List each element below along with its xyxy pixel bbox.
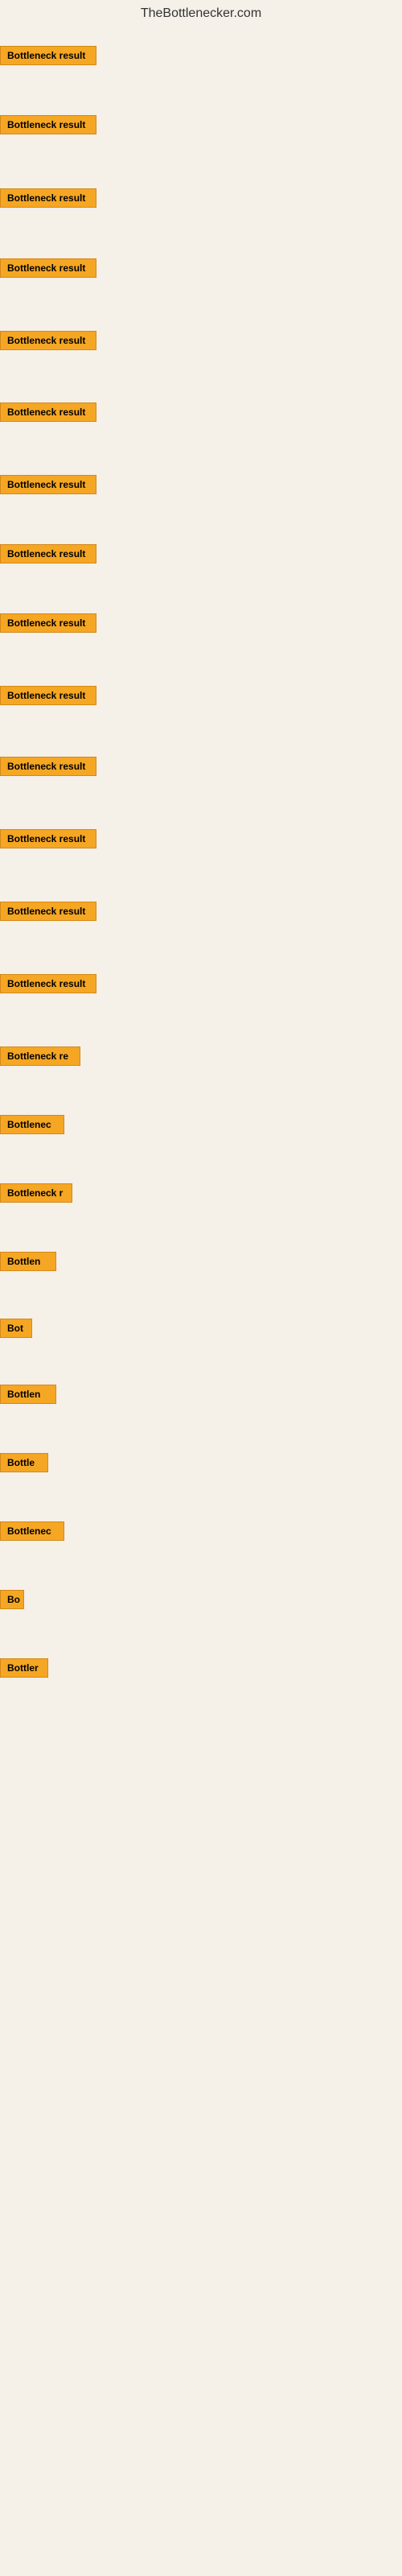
bottleneck-row-12: Bottleneck result (0, 829, 402, 852)
bottleneck-row-8: Bottleneck result (0, 544, 402, 568)
bottleneck-badge-7[interactable]: Bottleneck result (0, 475, 96, 494)
bottleneck-row-13: Bottleneck result (0, 902, 402, 925)
bottleneck-badge-15[interactable]: Bottleneck re (0, 1046, 80, 1066)
bottleneck-badge-2[interactable]: Bottleneck result (0, 115, 96, 134)
bottleneck-badge-4[interactable]: Bottleneck result (0, 258, 96, 278)
bottleneck-badge-6[interactable]: Bottleneck result (0, 402, 96, 422)
bottleneck-badge-14[interactable]: Bottleneck result (0, 974, 96, 993)
bottleneck-row-20: Bottlen (0, 1385, 402, 1408)
bottleneck-row-6: Bottleneck result (0, 402, 402, 426)
bottleneck-badge-17[interactable]: Bottleneck r (0, 1183, 72, 1203)
bottleneck-badge-23[interactable]: Bo (0, 1590, 24, 1609)
bottleneck-row-21: Bottle (0, 1453, 402, 1476)
bottleneck-badge-20[interactable]: Bottlen (0, 1385, 56, 1404)
bottleneck-row-14: Bottleneck result (0, 974, 402, 997)
bottleneck-badge-24[interactable]: Bottler (0, 1658, 48, 1678)
bottleneck-row-23: Bo (0, 1590, 402, 1613)
bottleneck-badge-5[interactable]: Bottleneck result (0, 331, 96, 350)
bottleneck-badge-11[interactable]: Bottleneck result (0, 757, 96, 776)
bottleneck-badge-13[interactable]: Bottleneck result (0, 902, 96, 921)
bottleneck-badge-16[interactable]: Bottlenec (0, 1115, 64, 1134)
bottleneck-row-10: Bottleneck result (0, 686, 402, 709)
bottleneck-row-7: Bottleneck result (0, 475, 402, 498)
bottleneck-row-16: Bottlenec (0, 1115, 402, 1138)
bottleneck-badge-3[interactable]: Bottleneck result (0, 188, 96, 208)
bottleneck-badge-18[interactable]: Bottlen (0, 1252, 56, 1271)
bottleneck-row-1: Bottleneck result (0, 46, 402, 69)
site-title: TheBottlenecker.com (0, 0, 402, 24)
bottleneck-row-17: Bottleneck r (0, 1183, 402, 1207)
bottleneck-badge-22[interactable]: Bottlenec (0, 1521, 64, 1541)
bottleneck-row-3: Bottleneck result (0, 188, 402, 212)
bottleneck-row-15: Bottleneck re (0, 1046, 402, 1070)
bottleneck-badge-19[interactable]: Bot (0, 1319, 32, 1338)
bottleneck-row-2: Bottleneck result (0, 115, 402, 138)
bottleneck-badge-12[interactable]: Bottleneck result (0, 829, 96, 848)
bottleneck-badge-8[interactable]: Bottleneck result (0, 544, 96, 564)
bottleneck-row-24: Bottler (0, 1658, 402, 1682)
bottleneck-badge-21[interactable]: Bottle (0, 1453, 48, 1472)
bottleneck-badge-10[interactable]: Bottleneck result (0, 686, 96, 705)
bottleneck-row-11: Bottleneck result (0, 757, 402, 780)
bottleneck-badge-1[interactable]: Bottleneck result (0, 46, 96, 65)
bottleneck-row-5: Bottleneck result (0, 331, 402, 354)
bottleneck-row-4: Bottleneck result (0, 258, 402, 282)
bottleneck-row-19: Bot (0, 1319, 402, 1342)
bottleneck-row-9: Bottleneck result (0, 613, 402, 637)
bottleneck-badge-9[interactable]: Bottleneck result (0, 613, 96, 633)
bottleneck-row-18: Bottlen (0, 1252, 402, 1275)
bottleneck-row-22: Bottlenec (0, 1521, 402, 1545)
